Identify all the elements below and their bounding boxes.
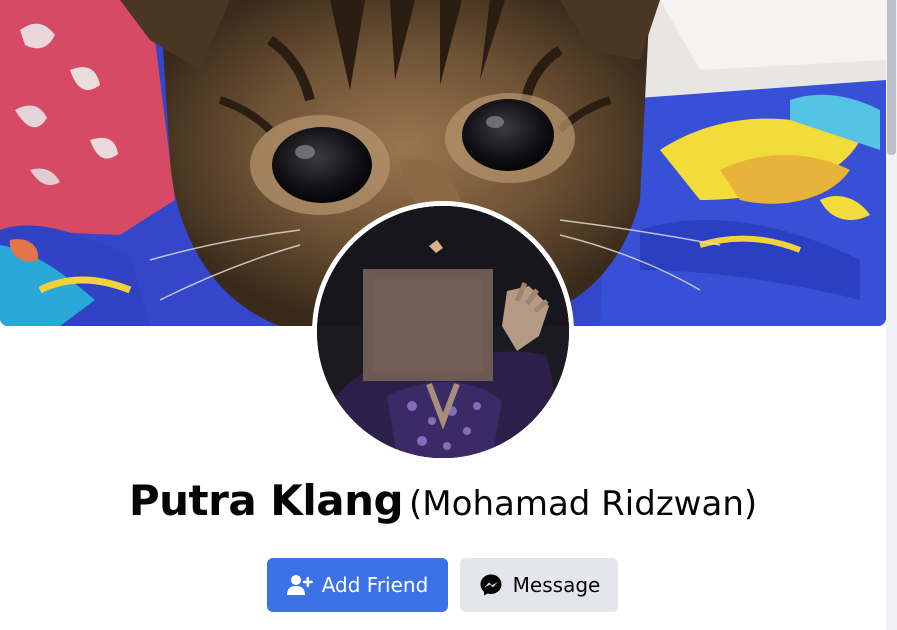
scrollbar-track[interactable] [886,0,897,630]
profile-page: Putra Klang(Mohamad Ridzwan) Add Friend [0,0,897,630]
scrollbar-thumb[interactable] [887,0,896,155]
profile-actions: Add Friend Message [267,558,618,612]
add-friend-label: Add Friend [321,573,429,597]
messenger-icon [478,572,504,598]
profile-name: Putra Klang (Mohamad Ridzwan) [0,476,886,525]
add-friend-icon [286,572,313,598]
profile-alternate-name: (Mohamad Ridzwan) [409,484,758,524]
profile-avatar[interactable] [312,201,574,463]
profile-picture [317,206,569,458]
message-button[interactable]: Message [460,558,618,612]
message-label: Message [512,573,601,597]
profile-display-name: Putra Klang [128,476,404,525]
add-friend-button[interactable]: Add Friend [267,558,448,612]
